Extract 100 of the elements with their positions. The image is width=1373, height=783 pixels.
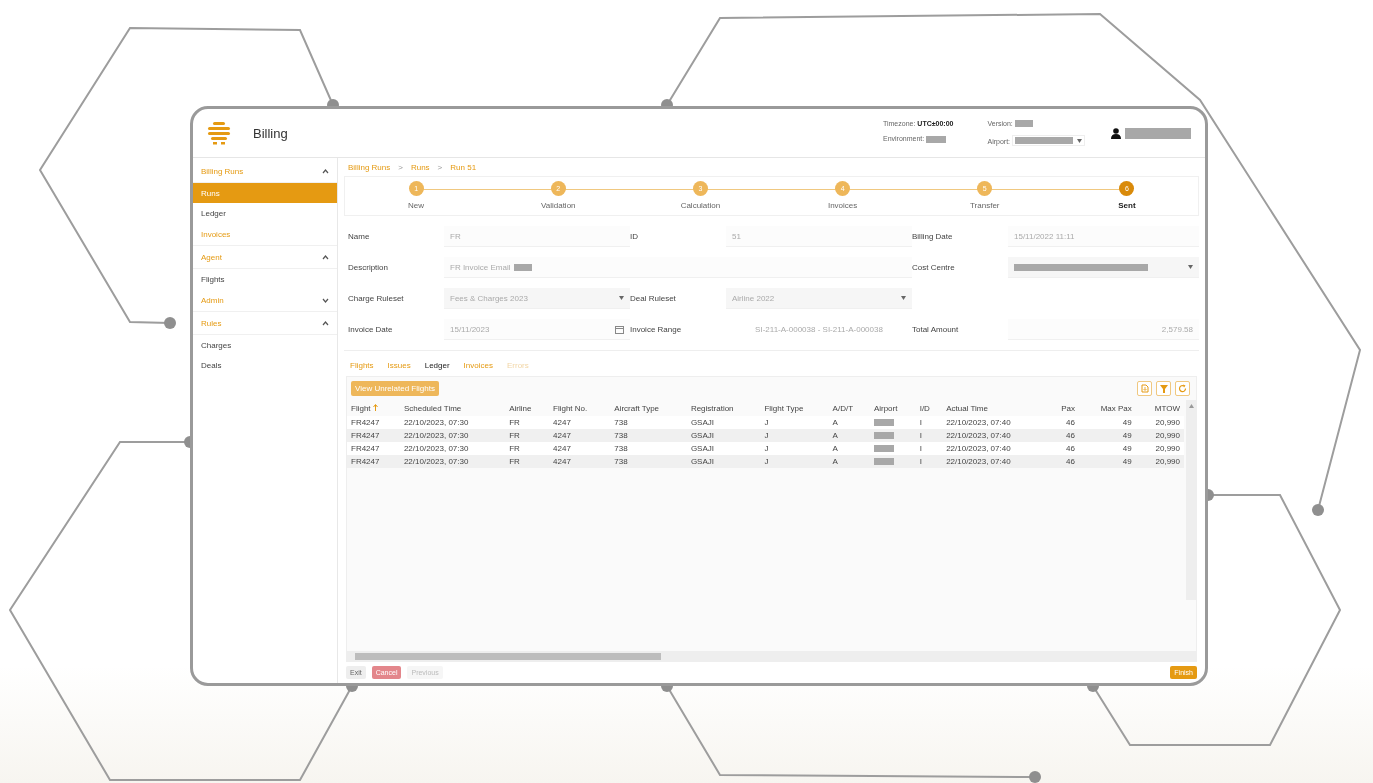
column-header[interactable]: Pax — [1047, 400, 1079, 416]
tab[interactable]: Flights — [350, 361, 374, 370]
step-label: Calculation — [680, 201, 721, 210]
sidebar-item[interactable]: Charges — [193, 335, 337, 355]
step-label: Invoices — [827, 201, 858, 210]
table-cell: I — [915, 442, 943, 455]
table-cell: 22/10/2023, 07:30 — [399, 416, 506, 429]
redaction-bar — [926, 136, 947, 143]
refresh-button[interactable] — [1175, 381, 1190, 396]
select-field[interactable]: Fees & Charges 2023 — [444, 288, 630, 309]
caret-icon — [1188, 265, 1193, 269]
table-cell: GSAJI — [686, 455, 761, 468]
sidebar-section-header[interactable]: Agent — [193, 246, 337, 269]
table-cell: 46 — [1047, 416, 1079, 429]
decorative-dot — [1312, 504, 1324, 516]
column-header[interactable]: Flight — [347, 400, 400, 416]
step-label: Validation — [541, 201, 576, 210]
column-header[interactable]: Flight Type — [760, 400, 829, 416]
user-icon[interactable] — [1111, 127, 1121, 139]
table-cell: I — [915, 429, 943, 442]
table-cell: FR4247 — [347, 442, 400, 455]
select-field[interactable]: Airline 2022 — [726, 288, 912, 309]
sidebar-item[interactable]: Runs — [193, 183, 337, 203]
breadcrumb-separator: > — [437, 162, 443, 172]
column-header[interactable]: A/D/T — [828, 400, 870, 416]
redaction-bar — [873, 445, 894, 453]
column-header[interactable]: Max Pax — [1079, 400, 1136, 416]
redaction-bar — [1125, 127, 1191, 139]
step-label: New — [408, 201, 425, 210]
chevron-up-icon[interactable] — [322, 254, 329, 260]
tab[interactable]: Invoices — [463, 361, 493, 370]
sidebar-item[interactable]: Flights — [193, 269, 337, 289]
sidebar-section-header[interactable]: Rules — [193, 312, 337, 335]
airport-select[interactable] — [1012, 135, 1085, 147]
table-cell: FR — [505, 442, 550, 455]
field-label: Total Amount — [912, 325, 960, 334]
table-cell: 49 — [1079, 442, 1136, 455]
sidebar-item[interactable]: Deals — [193, 355, 337, 375]
vertical-scrollbar[interactable] — [1186, 400, 1196, 600]
table-cell: A — [828, 416, 870, 429]
app-title: Billing — [253, 125, 288, 141]
table-cell: 4247 — [549, 442, 611, 455]
step-label: Sent — [1118, 201, 1136, 210]
redaction-bar — [1014, 120, 1033, 128]
chevron-up-icon[interactable] — [322, 168, 329, 174]
table-cell: 46 — [1047, 455, 1079, 468]
calendar-icon[interactable] — [615, 324, 624, 334]
column-header[interactable]: Airline — [505, 400, 550, 416]
field-label: Charge Ruleset — [348, 294, 405, 303]
sidebar-section-header[interactable]: Admin — [193, 289, 337, 312]
table-cell: 738 — [610, 429, 687, 442]
tab[interactable]: Ledger — [424, 361, 450, 370]
column-header[interactable]: MTOW — [1135, 400, 1184, 416]
table-cell: FR4247 — [347, 455, 400, 468]
logo-icon — [207, 121, 231, 145]
chevron-down-icon[interactable] — [322, 297, 329, 303]
table-cell: GSAJI — [686, 416, 761, 429]
select-field[interactable] — [1008, 257, 1199, 278]
scroll-up-icon[interactable] — [1188, 404, 1194, 408]
horizontal-scrollbar[interactable] — [347, 651, 1196, 661]
table-cell: GSAJI — [686, 429, 761, 442]
table-cell: 20,990 — [1135, 416, 1184, 429]
sidebar-item[interactable]: Ledger — [193, 203, 337, 223]
table-cell: A — [828, 442, 870, 455]
breadcrumb-link[interactable]: Runs — [410, 162, 430, 172]
table-cell: A — [828, 455, 870, 468]
filter-button[interactable] — [1156, 381, 1171, 396]
table-cell: 46 — [1047, 442, 1079, 455]
export-button[interactable] — [1137, 381, 1152, 396]
caret-icon — [901, 296, 906, 300]
table-cell: FR4247 — [347, 429, 400, 442]
table-cell: 22/10/2023, 07:30 — [399, 455, 506, 468]
column-header[interactable]: Registration — [686, 400, 761, 416]
field-label: Invoice Date — [348, 325, 394, 334]
tab[interactable]: Issues — [387, 361, 411, 370]
column-header[interactable]: Actual Time — [942, 400, 1048, 416]
table-cell: I — [915, 416, 943, 429]
column-header[interactable]: I/D — [915, 400, 943, 416]
view-unrelated-flights-button[interactable]: View Unrelated Flights — [351, 381, 439, 396]
chevron-up-icon[interactable] — [322, 320, 329, 326]
field-value: SI-211-A-000038 - SI-211-A-000038 — [754, 324, 884, 336]
caret-icon — [1077, 138, 1082, 143]
table-cell: A — [828, 429, 870, 442]
breadcrumb-link[interactable]: Billing Runs — [348, 162, 391, 172]
column-header[interactable]: Aircraft Type — [610, 400, 687, 416]
table-cell: 20,990 — [1135, 429, 1184, 442]
table-cell: FR4247 — [347, 416, 400, 429]
table-cell: FR — [505, 455, 550, 468]
table-cell: 738 — [610, 442, 687, 455]
decorative-dot — [1029, 771, 1041, 783]
column-header[interactable]: Scheduled Time — [399, 400, 506, 416]
column-header[interactable]: Flight No. — [549, 400, 611, 416]
column-header[interactable]: Airport — [869, 400, 916, 416]
export-icon — [1140, 384, 1149, 393]
redaction-bar — [873, 432, 894, 440]
breadcrumb-link[interactable]: Run 51 — [450, 162, 477, 172]
field-label: Invoice Range — [630, 325, 683, 334]
field-label: Cost Centre — [912, 263, 956, 272]
sidebar-link[interactable]: Invoices — [193, 223, 337, 246]
table-cell: 20,990 — [1135, 442, 1184, 455]
